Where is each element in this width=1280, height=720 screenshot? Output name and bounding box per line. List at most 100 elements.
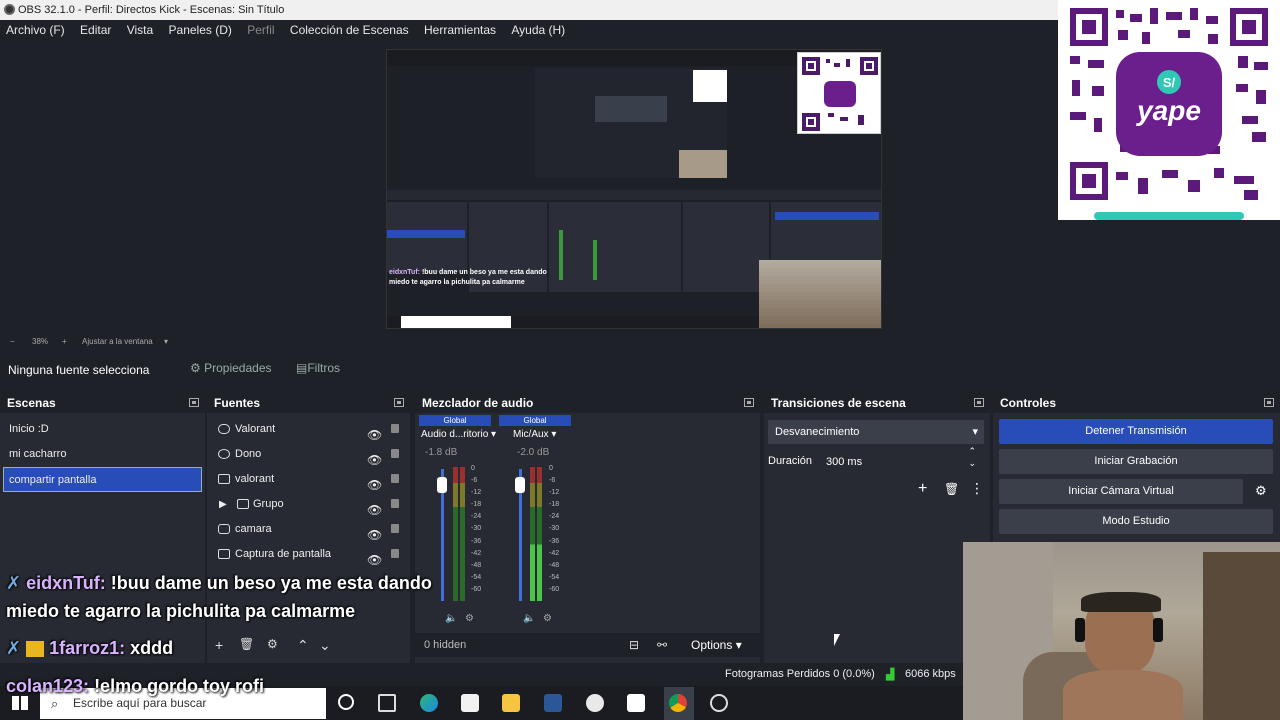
chrome-icon[interactable] [669,694,687,712]
source-settings-icon[interactable]: ⚙ [267,637,278,651]
nested-searchbox [401,316,511,328]
start-virtual-camera-button[interactable]: Iniciar Cámara Virtual [999,479,1243,504]
hidden-count: 0 hidden [424,639,467,651]
menu-herramientas[interactable]: Herramientas [418,20,502,40]
chat-username: colan123: [6,676,90,696]
nested-controls [771,202,881,262]
channel-name[interactable]: Mic/Aux ▾ [513,429,556,440]
menu-archivo[interactable]: Archivo (F) [0,20,71,40]
meter-scale: 0 -6 -12 -18 -24 -30 -36 -42 -48 -54 -60 [549,465,560,593]
mail-icon[interactable] [627,694,645,712]
studio-mode-button[interactable]: Modo Estudio [999,509,1273,534]
options-button[interactable]: Options ▾ [691,638,742,652]
visibility-eye-icon[interactable]: 👁 [367,548,382,573]
layout-toggle-icon[interactable]: ⊟ [629,638,639,652]
float-dock-icon[interactable] [1264,398,1274,407]
task-view-icon[interactable] [378,694,396,712]
trash-icon[interactable]: 🗑 [239,637,254,651]
bookshelf [1203,552,1280,720]
chat-message-continued: miedo te agarro la pichulita pa calmarme [6,601,356,621]
obs-taskbar-icon[interactable] [710,694,728,712]
float-dock-icon[interactable] [394,398,404,407]
add-source-button[interactable]: + [215,637,223,653]
signal-bars-icon: ▟ [886,669,895,681]
source-item[interactable]: Valorant 👁 [207,417,410,442]
channel-name[interactable]: Audio d...ritorio ▾ [421,429,496,440]
zoom-out-button[interactable]: − [10,337,15,346]
obs-window: OBS 32.1.0 - Perfil: Directos Kick - Esc… [0,0,1280,720]
cortana-icon[interactable] [338,694,354,710]
nested-meter-a [559,230,563,280]
float-dock-icon[interactable] [189,398,199,407]
edge-icon[interactable] [420,694,438,712]
lock-icon[interactable] [391,474,399,483]
mute-speaker-icon[interactable]: 🔈 [523,613,535,624]
file-explorer-icon[interactable] [502,694,520,712]
word-icon[interactable] [544,694,562,712]
audio-mixer-dock: Mezclador de audio Global Audio d...rito… [415,393,760,663]
menu-paneles[interactable]: Paneles (D) [163,20,238,40]
volume-slider-handle[interactable] [437,477,447,493]
trash-icon[interactable]: 🗑 [944,482,959,496]
store-icon[interactable] [461,694,479,712]
sword-icon: ✗ [6,573,22,593]
link-icon[interactable]: ⚯ [657,638,667,652]
move-up-icon[interactable]: ⌃ [297,637,309,654]
menu-ayuda[interactable]: Ayuda (H) [505,20,571,40]
channel-dropdown-icon[interactable]: ▾ [551,429,556,440]
source-item[interactable]: Captura de pantalla 👁 [207,542,410,567]
volume-slider-handle[interactable] [515,477,525,493]
channel-settings-icon[interactable]: ⚙ [465,613,474,624]
lock-icon[interactable] [391,499,399,508]
zoom-in-button[interactable]: + [62,337,67,346]
menu-vista[interactable]: Vista [121,20,159,40]
chevron-down-icon: ▾ [735,638,742,652]
fit-window-button[interactable]: Ajustar a la ventana [82,337,153,346]
add-transition-button[interactable]: + [918,480,927,498]
channel-settings-icon[interactable]: ⚙ [543,613,552,624]
nested-scene-selected [387,230,465,238]
expand-chevron-icon[interactable]: ▶ [219,492,227,517]
duration-input[interactable]: 300 ms ⌃ ⌄ [820,446,984,474]
lock-icon[interactable] [391,449,399,458]
more-vertical-icon[interactable]: ⋮ [970,480,984,497]
scene-item[interactable]: Inicio :D [0,417,205,442]
chat-text: !elmo gordo toy rofi [94,676,265,696]
stop-streaming-button[interactable]: Detener Transmisión [999,419,1273,444]
nested-transitions [683,202,769,292]
menu-coleccion-escenas[interactable]: Colección de Escenas [284,20,415,40]
source-group-item[interactable]: ▶ Grupo 👁 [207,492,410,517]
virtual-camera-settings-icon[interactable]: ⚙ [1255,483,1267,499]
lock-icon[interactable] [391,424,399,433]
start-recording-button[interactable]: Iniciar Grabación [999,449,1273,474]
sources-header: Fuentes [207,393,410,413]
chevron-down-icon: ▾ [972,426,978,438]
stepper-icon[interactable]: ⌃ ⌄ [968,445,976,469]
source-item[interactable]: camara 👁 [207,517,410,542]
source-item[interactable]: valorant 👁 [207,467,410,492]
channel-badge: Global [499,415,571,426]
menu-perfil[interactable]: Perfil [241,20,280,40]
xbox-icon[interactable] [586,694,604,712]
headset [1153,618,1163,642]
menu-editar[interactable]: Editar [74,20,117,40]
scene-item-selected[interactable]: compartir pantalla [3,467,202,492]
zoom-dropdown-icon[interactable]: ▾ [164,337,168,346]
bitrate: 6066 kbps [905,668,956,680]
move-down-icon[interactable]: ⌄ [319,637,331,654]
filters-button[interactable]: ▤Filtros [296,361,340,375]
lock-icon[interactable] [391,524,399,533]
lock-icon[interactable] [391,549,399,558]
preview-canvas[interactable]: eidxnTuf: !buu dame un beso ya me esta d… [386,49,882,329]
transition-select[interactable]: Desvanecimiento ▾ [768,420,984,444]
search-placeholder: Escribe aquí para buscar [73,696,207,710]
float-dock-icon[interactable] [744,398,754,407]
mute-speaker-icon[interactable]: 🔈 [445,613,457,624]
source-label: camara [235,523,272,535]
channel-dropdown-icon[interactable]: ▾ [491,429,496,440]
source-item[interactable]: Dono 👁 [207,442,410,467]
windows-start-icon[interactable] [12,696,28,710]
properties-button[interactable]: ⚙ Propiedades [190,361,272,375]
float-dock-icon[interactable] [974,398,984,407]
scene-item[interactable]: mi cacharro [0,442,205,467]
